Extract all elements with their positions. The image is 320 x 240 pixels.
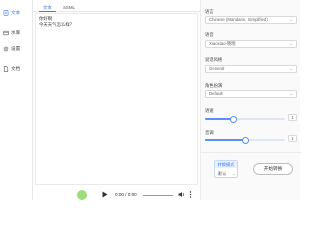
pitch-slider[interactable] [205, 136, 285, 144]
voice-label: 语音 [205, 32, 214, 37]
more-options-icon[interactable] [189, 191, 192, 198]
language-value: Chinese (Mandarin, Simplified) [209, 17, 268, 22]
editor-line: 今天天气怎么样？ [39, 22, 75, 27]
conversion-mode-select[interactable]: 转换模式 默认 ⌄ [214, 160, 238, 178]
audio-player: 0:00 / 0:00 [78, 191, 200, 200]
role-select[interactable]: Default ⌄ [205, 90, 297, 98]
rate-input[interactable]: 1 [288, 114, 297, 121]
style-label: 说话风格 [205, 57, 223, 62]
tab-ssml[interactable]: SSML [59, 4, 79, 11]
chevron-down-icon: ⌄ [289, 41, 293, 46]
settings-panel: 语言 Chinese (Mandarin, Simplified) ⌄ 语音 X… [200, 0, 301, 200]
conversion-mode-title: 转换模式 [215, 161, 237, 168]
sidebar-item-docs[interactable]: 文档 [3, 64, 31, 74]
volume-icon[interactable] [178, 191, 185, 198]
player-time: 0:00 / 0:00 [115, 192, 137, 197]
language-label: 语言 [205, 9, 214, 14]
pitch-label: 音调 [205, 130, 214, 135]
rate-label: 语速 [205, 108, 214, 113]
sidebar-item-label: 水库 [11, 30, 21, 35]
role-value: Default [209, 91, 223, 96]
rate-slider-thumb[interactable] [229, 115, 237, 123]
voice-value: Xiaoxiao-晓晓 [209, 41, 236, 46]
style-value: General [209, 66, 225, 71]
pitch-input[interactable]: 1 [288, 135, 297, 142]
chevron-down-icon: ⌄ [232, 171, 236, 176]
sidebar-item-library[interactable]: 水库 [3, 28, 31, 38]
tab-text[interactable]: 文本 [39, 4, 56, 12]
pitch-slider-fill [205, 139, 245, 141]
sidebar-item-label: 文本 [11, 10, 21, 15]
editor-tabs: 文本 SSML [33, 4, 200, 12]
sidebar: 文本 水库 设置 文档 [0, 0, 33, 200]
rate-slider[interactable] [205, 115, 285, 123]
sidebar-item-settings[interactable]: 设置 [3, 44, 31, 54]
conversion-mode-value: 默认 [218, 171, 227, 176]
voice-select[interactable]: Xiaoxiao-晓晓 ⌄ [205, 40, 297, 48]
sidebar-item-label: 文档 [11, 66, 21, 71]
chevron-down-icon: ⌄ [289, 66, 293, 71]
text-icon [3, 10, 9, 16]
divider [201, 152, 301, 153]
library-icon [3, 30, 9, 36]
play-icon[interactable] [102, 191, 108, 198]
rate-slider-fill [205, 118, 233, 120]
conversion-mode-value-row: 默认 ⌄ [218, 171, 236, 177]
language-select[interactable]: Chinese (Mandarin, Simplified) ⌄ [205, 16, 297, 24]
sidebar-item-label: 设置 [11, 46, 21, 51]
document-icon [3, 66, 9, 72]
player-progress-bar[interactable] [143, 195, 173, 196]
sidebar-item-text[interactable]: 文本 [3, 8, 31, 18]
start-conversion-button[interactable]: 开始转换 [253, 163, 293, 175]
chevron-down-icon: ⌄ [289, 91, 293, 96]
gear-icon [3, 46, 9, 52]
role-label: 角色扮演 [205, 83, 223, 88]
pitch-slider-thumb[interactable] [241, 136, 249, 144]
text-editor[interactable]: 你好啊 今天天气怎么样？ [35, 13, 198, 185]
chevron-down-icon: ⌄ [289, 17, 293, 22]
style-select[interactable]: General ⌄ [205, 65, 297, 73]
